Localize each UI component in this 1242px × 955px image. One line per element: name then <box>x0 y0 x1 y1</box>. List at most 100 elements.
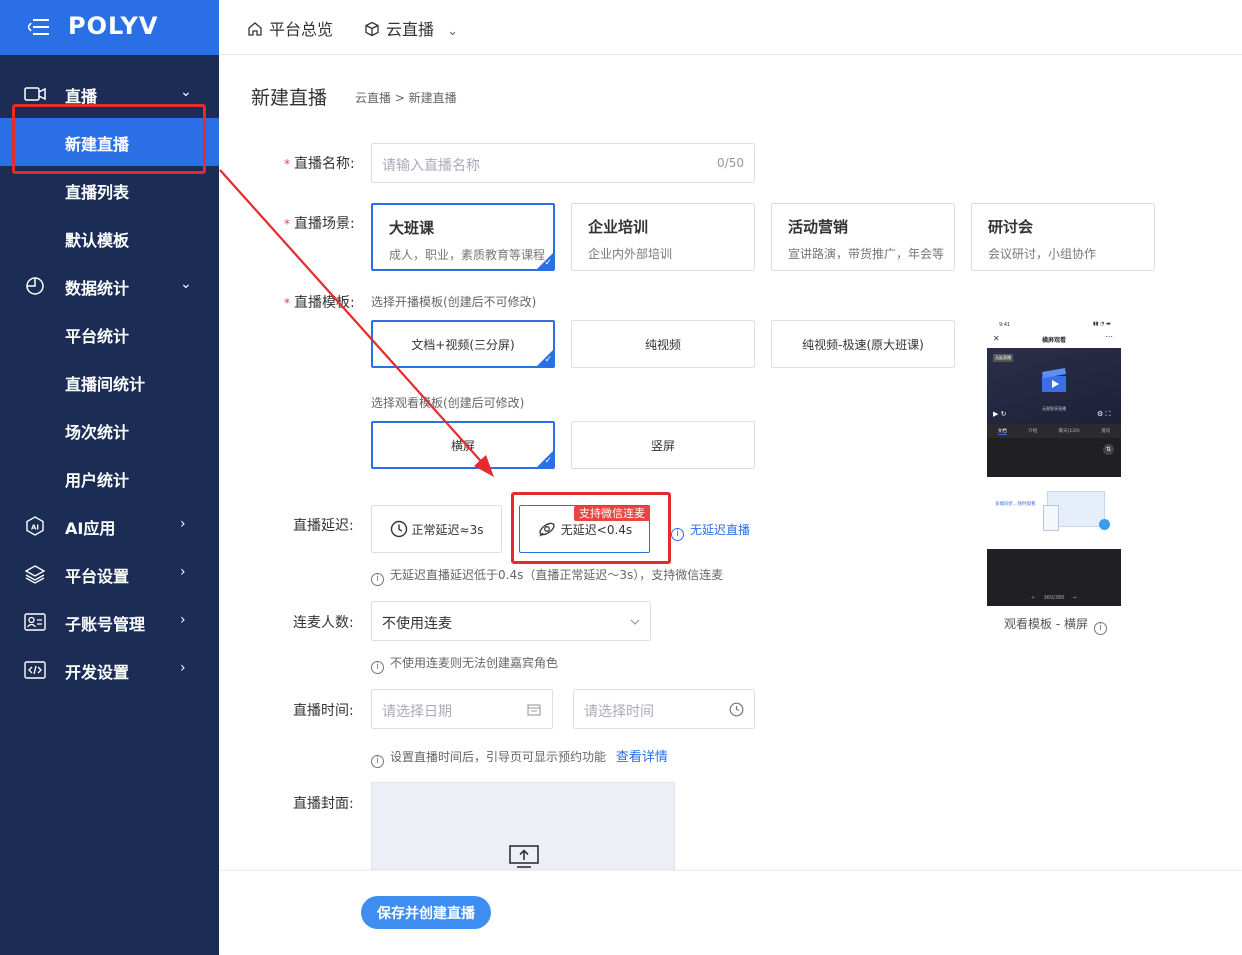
preview-caption-text: 观看模板 - 横屏 <box>1004 617 1088 631</box>
sidebar-item-room-stats[interactable]: 直播间统计 <box>0 358 219 406</box>
topbar: 平台总览 云直播 ⌄ <box>219 0 1242 55</box>
delay-hint-text: 无延迟直播延迟低于0.4s（直播正常延迟～3s），支持微信连麦 <box>390 568 724 582</box>
scene-label: * 直播场景: <box>284 216 355 232</box>
sidebar-item-label: 数据统计 <box>65 279 130 298</box>
swap-icon: ⇅ <box>1103 444 1114 455</box>
viewer-template-hint: 选择观看模板(创建后可修改) <box>371 396 525 410</box>
home-icon <box>248 22 262 36</box>
info-icon: i <box>371 661 384 674</box>
mic-hint-text: 不使用连麦则无法创建嘉宾角色 <box>390 656 559 670</box>
view-details-link[interactable]: 查看详情 <box>616 750 668 765</box>
mic-count-value: 不使用连麦 <box>382 616 452 632</box>
polyv-logo[interactable]: POLYV <box>68 12 159 40</box>
name-counter: 0/50 <box>717 156 744 170</box>
promo-phone <box>1043 505 1059 531</box>
sidebar-item-label: AI应用 <box>65 519 116 538</box>
chevron-right-icon: › <box>180 564 186 580</box>
scene-label-text: 直播场景: <box>294 216 355 232</box>
low-delay-link[interactable]: i 无延迟直播 <box>671 521 750 541</box>
sidebar-item-label: 平台统计 <box>65 327 130 346</box>
delay-hint: i 无延迟直播延迟低于0.4s（直播正常延迟～3s），支持微信连麦 <box>371 566 723 586</box>
sidebar-item-data-stats[interactable]: 数据统计 ⌄ <box>0 262 219 310</box>
highlight-box <box>511 492 671 564</box>
status-icons: ▮▮ ◔ ▬ <box>1093 321 1111 327</box>
scene-option-marketing[interactable]: 活动营销 宣讲路演，带货推广，年会等 <box>771 203 955 271</box>
phone-tab: 介绍 <box>1028 429 1038 434</box>
phone-tab: 聊天(120) <box>1058 429 1080 434</box>
sidebar-item-ai-apps[interactable]: AI AI应用 › <box>0 502 219 550</box>
info-icon: i <box>671 528 684 541</box>
scene-option-title: 企业培训 <box>588 218 649 236</box>
phone-header: 9:41 ▮▮ ◔ ▬ ✕ 横屏观看 ⋯ <box>987 320 1121 348</box>
template-option-label: 纯视频 <box>644 337 681 352</box>
top-nav-product[interactable]: 云直播 ⌄ <box>364 16 458 40</box>
clapperboard-icon <box>1042 368 1066 392</box>
date-picker-input[interactable]: 请选择日期 <box>371 689 553 729</box>
info-icon: i <box>371 573 384 586</box>
prev-arrow-icon: ← <box>1031 595 1036 601</box>
date-placeholder: 请选择日期 <box>382 704 452 720</box>
scene-option-big-class[interactable]: 大班课 成人，职业，素质教育等课程 ✓ <box>371 203 555 271</box>
chevron-right-icon: › <box>180 516 186 532</box>
time-hint: i 设置直播时间后，引导页可显示预约功能 查看详情 <box>371 746 668 768</box>
name-input[interactable]: 请输入直播名称 0/50 <box>371 143 755 183</box>
broadcast-template-pure-video[interactable]: 纯视频 <box>571 320 755 368</box>
time-picker-input[interactable]: 请选择时间 <box>573 689 755 729</box>
more-icon: ⋯ <box>1105 332 1113 341</box>
live-tag: 无延直播 <box>993 354 1013 362</box>
sidebar-item-platform-stats[interactable]: 平台统计 <box>0 310 219 358</box>
template-option-label: 竖屏 <box>650 438 675 453</box>
page-indicator: ← 360/380 → <box>987 590 1121 606</box>
highlight-box <box>12 104 206 174</box>
phone-tab: 提问 <box>1101 429 1111 434</box>
logo-bar: POLYV <box>0 0 219 55</box>
phone-tab: 文档 <box>997 428 1007 435</box>
delay-option-normal[interactable]: 正常延迟≈3s <box>371 505 502 553</box>
video-area: 无延直播 无限智享直播 ▶ ↻ ⚙ ⛶ <box>987 348 1121 424</box>
sidebar-item-session-stats[interactable]: 场次统计 <box>0 406 219 454</box>
save-and-create-button[interactable]: 保存并创建直播 <box>361 896 491 929</box>
scene-option-seminar[interactable]: 研讨会 会议研讨，小组协作 <box>971 203 1155 271</box>
clock-icon <box>729 702 744 717</box>
cover-upload-area[interactable] <box>371 782 675 882</box>
mic-count-select[interactable]: 不使用连麦 <box>371 601 651 641</box>
cover-label: 直播封面: <box>293 796 354 812</box>
upload-icon <box>509 845 539 868</box>
viewer-template-portrait[interactable]: 竖屏 <box>571 421 755 469</box>
sidebar-item-label: 子账号管理 <box>65 615 146 634</box>
sidebar-item-default-template[interactable]: 默认模板 <box>0 214 219 262</box>
next-arrow-icon: → <box>1072 595 1077 601</box>
promo-text: 多端同步，随时观看 <box>995 502 1036 507</box>
scene-option-enterprise-training[interactable]: 企业培训 企业内外部培训 <box>571 203 755 271</box>
low-delay-link-label: 无延迟直播 <box>690 523 751 537</box>
sidebar-item-platform-settings[interactable]: 平台设置 › <box>0 550 219 598</box>
breadcrumb[interactable]: 云直播 > 新建直播 <box>355 89 457 106</box>
time-hint-text: 设置直播时间后，引导页可显示预约功能 <box>390 750 607 764</box>
top-nav-home[interactable]: 平台总览 <box>247 16 333 40</box>
mic-hint: i 不使用连麦则无法创建嘉宾角色 <box>371 654 558 674</box>
page-indicator-text: 360/380 <box>1043 595 1065 601</box>
scene-option-desc: 会议研讨，小组协作 <box>988 247 1097 261</box>
viewer-template-landscape[interactable]: 横屏 ✓ <box>371 421 555 469</box>
scene-option-desc: 企业内外部培训 <box>588 247 673 261</box>
chevron-down-icon <box>630 619 640 625</box>
scene-option-desc: 成人，职业，素质教育等课程 <box>389 248 546 262</box>
id-card-icon <box>24 613 46 631</box>
scene-option-title: 大班课 <box>389 219 435 237</box>
layers-icon <box>24 565 46 584</box>
preview-caption: 观看模板 - 横屏 i <box>1004 615 1113 635</box>
chevron-down-icon: ⌄ <box>180 84 192 100</box>
scene-option-desc: 宣讲路演，带货推广，年会等 <box>788 247 945 261</box>
menu-collapse-icon[interactable] <box>28 18 50 36</box>
broadcast-template-doc-video[interactable]: 文档+视频(三分屏) ✓ <box>371 320 555 368</box>
info-icon[interactable]: i <box>1093 622 1107 635</box>
phone-preview: 9:41 ▮▮ ◔ ▬ ✕ 横屏观看 ⋯ 无延直播 无限智享直播 ▶ ↻ ⚙ ⛶… <box>987 320 1121 606</box>
sidebar-item-label: 用户统计 <box>65 471 130 490</box>
sidebar-item-label: 场次统计 <box>65 423 130 442</box>
sidebar-item-subaccounts[interactable]: 子账号管理 › <box>0 598 219 646</box>
sidebar-item-dev-settings[interactable]: 开发设置 › <box>0 646 219 694</box>
promo-area: 多端同步，随时观看 <box>987 477 1121 549</box>
sidebar-item-user-stats[interactable]: 用户统计 <box>0 454 219 502</box>
broadcast-template-fast-video[interactable]: 纯视频-极速(原大班课) <box>771 320 955 368</box>
sidebar-item-label: 开发设置 <box>65 663 130 682</box>
